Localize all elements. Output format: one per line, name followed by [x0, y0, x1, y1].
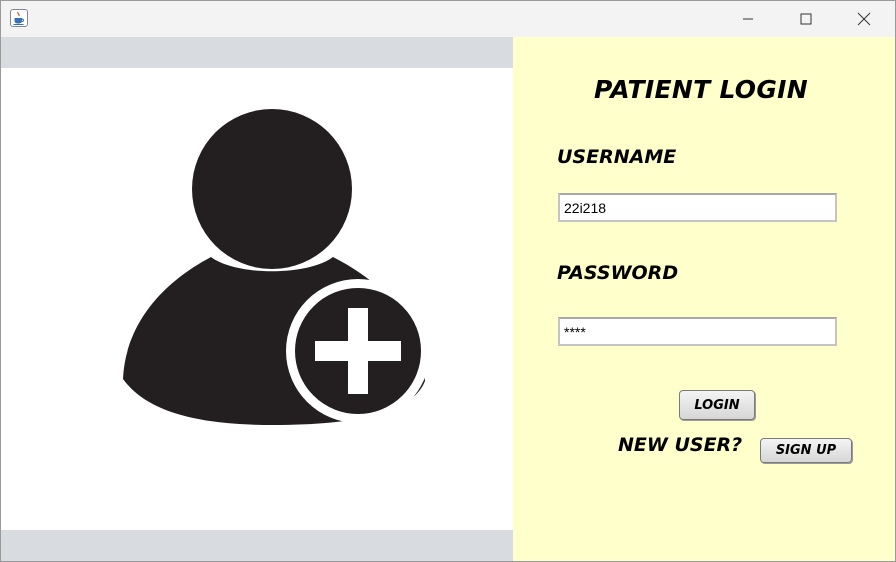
new-user-label: NEW USER? — [618, 434, 743, 456]
minimize-icon — [743, 18, 753, 20]
username-input[interactable] — [558, 193, 837, 222]
window-content: PATIENT LOGIN USERNAME PASSWORD LOGIN NE… — [1, 37, 895, 561]
close-icon — [857, 12, 871, 26]
page-title: PATIENT LOGIN — [593, 75, 809, 104]
maximize-button[interactable] — [777, 1, 835, 37]
title-bar[interactable] — [1, 1, 895, 37]
minimize-button[interactable] — [719, 1, 777, 37]
add-user-icon — [123, 109, 430, 425]
login-form-panel: PATIENT LOGIN USERNAME PASSWORD LOGIN NE… — [513, 37, 895, 561]
java-cup-icon — [10, 9, 28, 27]
password-label: PASSWORD — [557, 262, 679, 284]
maximize-icon — [800, 13, 812, 25]
image-panel-top-band — [1, 37, 513, 68]
image-panel-bottom-band — [1, 530, 513, 561]
close-button[interactable] — [835, 1, 893, 37]
signup-button[interactable]: SIGN UP — [760, 438, 852, 463]
image-panel — [1, 37, 513, 561]
login-window: PATIENT LOGIN USERNAME PASSWORD LOGIN NE… — [0, 0, 896, 562]
password-input[interactable] — [558, 317, 837, 346]
login-button[interactable]: LOGIN — [679, 390, 755, 420]
username-label: USERNAME — [557, 146, 677, 168]
